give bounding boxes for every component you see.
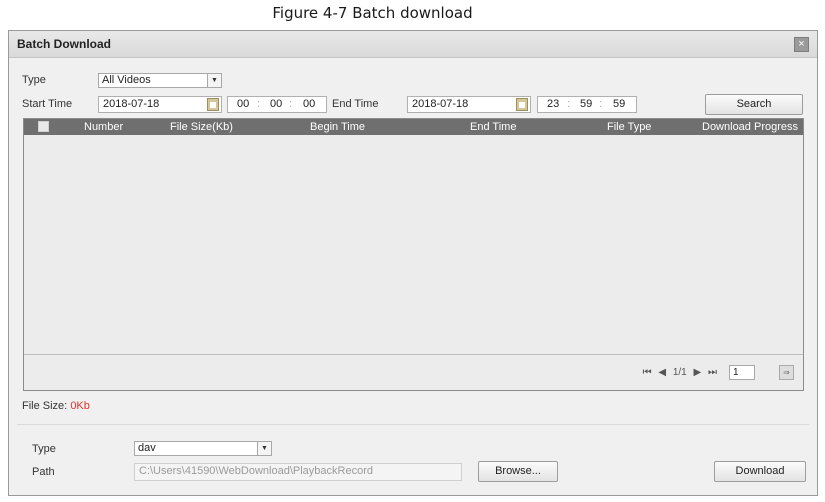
download-type-label: Type	[32, 443, 56, 455]
calendar-icon[interactable]	[207, 98, 219, 111]
column-header[interactable]: File Type	[607, 121, 651, 133]
column-header[interactable]: File Size(Kb)	[170, 121, 233, 133]
prev-page-icon[interactable]: ◀	[658, 367, 666, 378]
calendar-icon[interactable]	[516, 98, 528, 111]
record-table: Number File Size(Kb) Begin Time End Time…	[23, 118, 804, 391]
download-type-select[interactable]: dav ▼	[134, 441, 272, 456]
dialog-title: Batch Download	[17, 37, 112, 51]
end-minute[interactable]: 59	[580, 97, 592, 112]
time-separator: :	[257, 98, 261, 110]
end-hour[interactable]: 23	[547, 97, 559, 112]
divider	[17, 424, 809, 425]
type-label: Type	[22, 74, 46, 86]
chevron-down-icon: ▼	[257, 442, 271, 455]
file-size-label: File Size: 0Kb	[22, 400, 90, 412]
end-date-value: 2018-07-18	[412, 98, 469, 110]
path-label: Path	[32, 466, 55, 478]
column-header[interactable]: Download Progress	[702, 121, 798, 133]
close-icon[interactable]: ×	[794, 37, 809, 52]
figure-caption: Figure 4-7 Batch download	[272, 4, 473, 22]
start-second[interactable]: 00	[303, 97, 315, 112]
last-page-icon[interactable]: ⏭	[708, 367, 717, 378]
go-page-icon[interactable]: ⇒	[779, 365, 794, 380]
column-header[interactable]: Number	[84, 121, 123, 133]
start-minute[interactable]: 00	[270, 97, 282, 112]
time-separator: :	[289, 98, 293, 110]
file-size-caption: File Size:	[22, 400, 68, 412]
start-time-label: Start Time	[22, 98, 73, 110]
pager-controls: ⏮ ◀ 1/1 ▶ ⏭	[643, 367, 721, 378]
page-number-input[interactable]: 1	[729, 365, 755, 380]
start-time-input[interactable]: 00 : 00 : 00	[227, 96, 327, 113]
time-separator: :	[599, 98, 603, 110]
column-header[interactable]: End Time	[470, 121, 516, 133]
browse-button[interactable]: Browse...	[478, 461, 558, 482]
file-size-value: 0Kb	[70, 400, 90, 412]
record-type-select[interactable]: All Videos ▼	[98, 73, 222, 88]
download-type-value: dav	[138, 442, 156, 454]
dialog-titlebar: Batch Download ×	[9, 31, 817, 58]
record-type-value: All Videos	[102, 74, 151, 86]
end-date-input[interactable]: 2018-07-18	[407, 96, 531, 113]
select-all-checkbox[interactable]	[38, 121, 49, 132]
column-header[interactable]: Begin Time	[310, 121, 365, 133]
download-button[interactable]: Download	[714, 461, 806, 482]
first-page-icon[interactable]: ⏮	[643, 367, 652, 378]
end-second[interactable]: 59	[613, 97, 625, 112]
end-time-label: End Time	[332, 98, 379, 110]
start-date-input[interactable]: 2018-07-18	[98, 96, 222, 113]
path-field: C:\Users\41590\WebDownload\PlaybackRecor…	[134, 463, 462, 481]
start-hour[interactable]: 00	[237, 97, 249, 112]
chevron-down-icon: ▼	[207, 74, 221, 87]
pagination-bar: ⏮ ◀ 1/1 ▶ ⏭ 1 ⇒	[24, 354, 803, 390]
table-header: Number File Size(Kb) Begin Time End Time…	[24, 119, 803, 135]
page-indicator: 1/1	[672, 367, 687, 378]
batch-download-dialog: Batch Download × Type All Videos ▼ Start…	[8, 30, 818, 496]
end-time-input[interactable]: 23 : 59 : 59	[537, 96, 637, 113]
start-date-value: 2018-07-18	[103, 98, 160, 110]
time-separator: :	[567, 98, 571, 110]
search-button[interactable]: Search	[705, 94, 803, 115]
next-page-icon[interactable]: ▶	[694, 367, 702, 378]
